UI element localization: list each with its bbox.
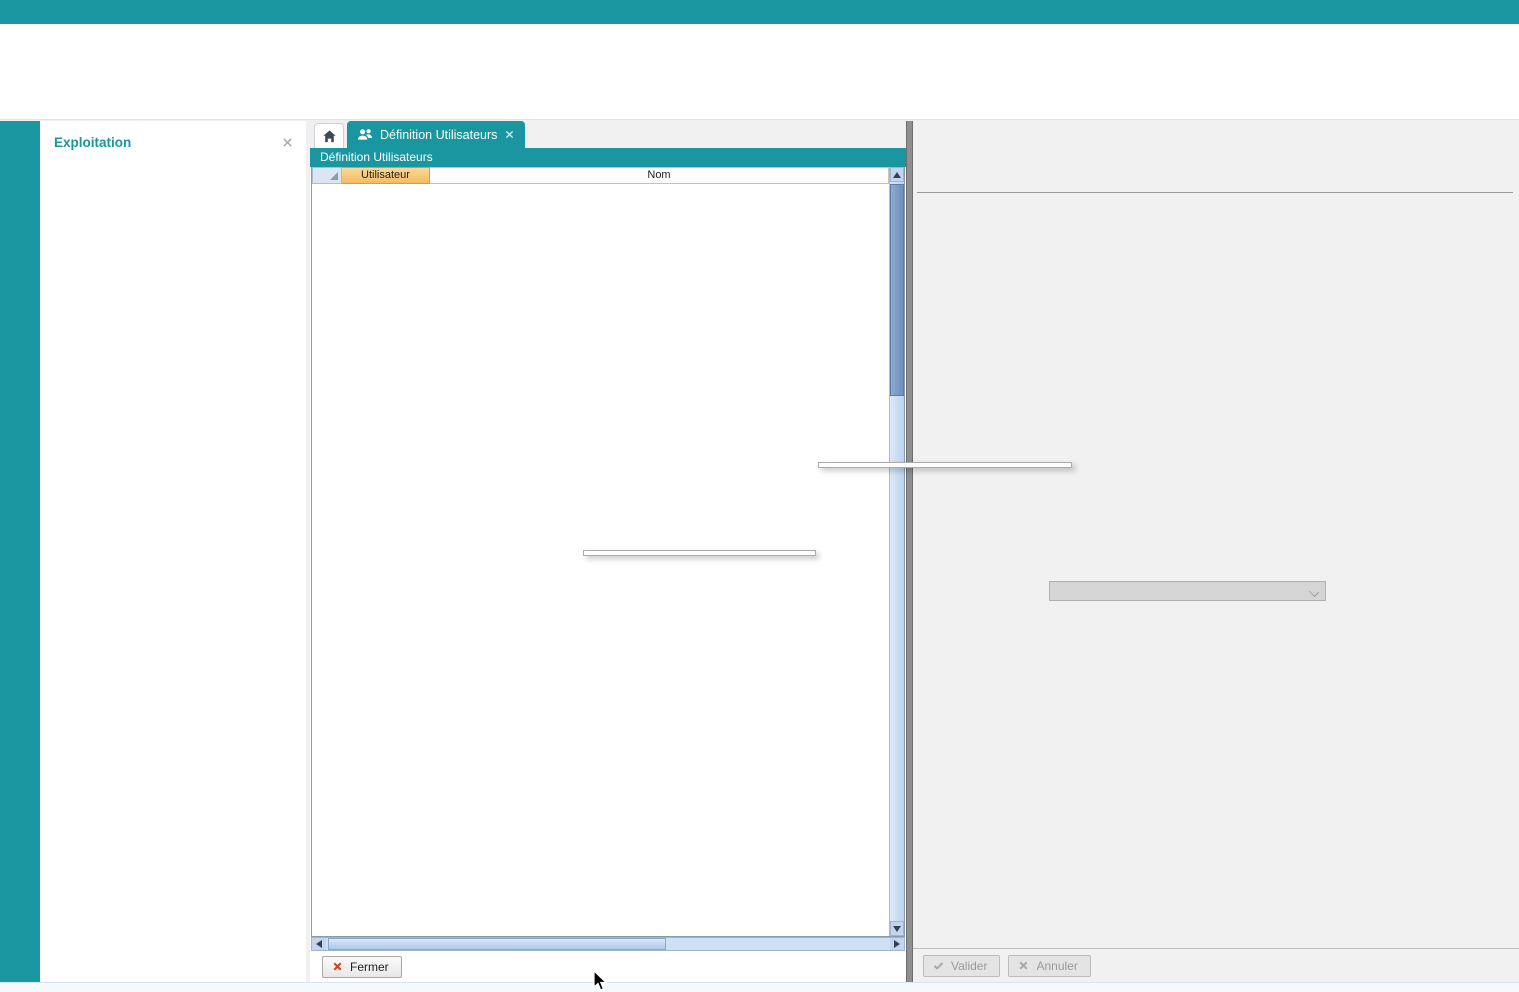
- explorer-panel: Exploitation: [40, 121, 306, 982]
- scroll-up-button[interactable]: [890, 167, 904, 182]
- check-icon: [932, 959, 945, 972]
- tab-label: Définition Utilisateurs: [380, 128, 497, 142]
- vertical-scrollbar[interactable]: [889, 167, 904, 936]
- vscroll-thumb[interactable]: [890, 184, 904, 396]
- home-tab[interactable]: [314, 123, 344, 148]
- tab-definition-utilisateurs[interactable]: Définition Utilisateurs: [347, 121, 525, 148]
- close-panel-icon[interactable]: [281, 136, 294, 149]
- scroll-right-button[interactable]: [890, 938, 904, 950]
- annuler-button[interactable]: Annuler: [1008, 955, 1090, 977]
- column-header-utilisateur[interactable]: Utilisateur: [342, 167, 430, 184]
- scroll-down-button[interactable]: [890, 921, 904, 936]
- panel-splitter[interactable]: [906, 121, 913, 982]
- x-icon: [1017, 959, 1030, 972]
- detail-panel: Valider Annuler: [913, 121, 1519, 982]
- table-header: Utilisateur Nom: [312, 167, 889, 184]
- status-bar: [0, 982, 1519, 992]
- row-selector-header[interactable]: [312, 167, 342, 184]
- close-tab-icon[interactable]: [504, 129, 515, 140]
- detail-tabs: [917, 169, 1513, 193]
- menu-bar: [0, 0, 1519, 24]
- extra-dropdown[interactable]: [1049, 581, 1326, 601]
- column-header-nom[interactable]: Nom: [430, 167, 889, 184]
- mouse-cursor: [590, 971, 608, 992]
- panel-title: Exploitation: [54, 135, 281, 150]
- document-title: Définition Utilisateurs: [310, 148, 906, 167]
- hscroll-thumb[interactable]: [328, 938, 666, 950]
- context-menu: [583, 550, 816, 556]
- valider-button[interactable]: Valider: [923, 955, 1000, 977]
- users-icon: [357, 127, 373, 143]
- ribbon-toolbar: [0, 24, 1519, 120]
- panel-footer: Valider Annuler: [913, 948, 1519, 982]
- fermer-button[interactable]: Fermer: [322, 956, 402, 978]
- horizontal-scrollbar[interactable]: [311, 937, 905, 951]
- home-icon: [322, 129, 337, 144]
- scroll-left-button[interactable]: [312, 938, 326, 950]
- nav-rail: [0, 121, 40, 982]
- exploitation-submenu: [818, 462, 1072, 468]
- close-x-icon: [331, 960, 344, 973]
- document-tabstrip: Définition Utilisateurs: [310, 121, 906, 148]
